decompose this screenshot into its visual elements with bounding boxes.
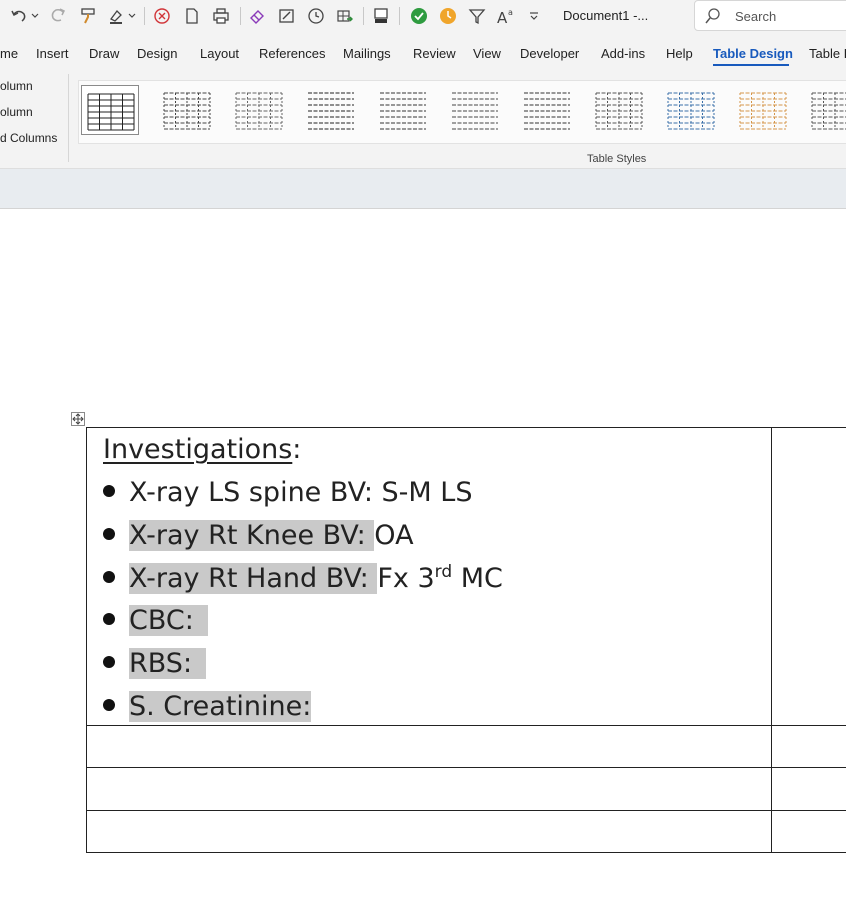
- table-style-thumbnail[interactable]: [590, 85, 648, 135]
- option-banded-columns[interactable]: d Columns: [0, 131, 57, 145]
- heading-colon: :: [292, 434, 302, 465]
- table-style-thumbnail[interactable]: [446, 85, 504, 135]
- tab-view[interactable]: View: [473, 46, 501, 61]
- table-style-thumbnail[interactable]: [158, 85, 216, 135]
- table-border-left: [86, 427, 87, 853]
- table-move-handle[interactable]: [71, 412, 85, 426]
- list-item[interactable]: CBC:: [103, 602, 208, 640]
- table-styles-label: Table Styles: [587, 153, 647, 165]
- tab-draw[interactable]: Draw: [89, 46, 119, 61]
- bullet-icon: [103, 570, 115, 583]
- table-style-thumbnail[interactable]: [734, 85, 792, 135]
- tab-review[interactable]: Review: [413, 46, 456, 61]
- quick-access-toolbar: Aa Document1 -... Search: [0, 0, 846, 32]
- item-label: X-ray Rt Knee BV:: [129, 520, 375, 551]
- table-style-thumbnail[interactable]: [302, 85, 360, 135]
- item-label: S. Creatinine:: [129, 691, 312, 722]
- highlight-dropdown-icon[interactable]: [127, 6, 137, 26]
- active-tab-indicator: [713, 64, 789, 66]
- tab-mailings[interactable]: Mailings: [343, 46, 391, 61]
- item-superscript: rd: [434, 562, 453, 582]
- list-item[interactable]: S. Creatinine:: [103, 688, 312, 726]
- search-placeholder: Search: [735, 9, 777, 24]
- tab-add-ins[interactable]: Add-ins: [601, 46, 645, 61]
- item-label: CBC:: [129, 605, 208, 636]
- tab-table-design[interactable]: Table Design: [713, 46, 793, 61]
- ribbon-tabs: me Insert Draw Design Layout References …: [0, 32, 846, 72]
- clock-icon[interactable]: [305, 6, 327, 26]
- item-label: X-ray LS spine BV:: [129, 477, 382, 508]
- table-style-thumbnail[interactable]: [806, 85, 846, 135]
- highlight-icon[interactable]: [105, 6, 127, 26]
- tab-table-layout[interactable]: Table L: [809, 46, 846, 61]
- format-painter-icon[interactable]: [77, 6, 99, 26]
- new-document-icon[interactable]: [181, 6, 203, 26]
- table-border-top: [86, 427, 846, 428]
- eraser-icon[interactable]: [246, 6, 268, 26]
- ribbon-body: olumn olumn d Columns Table Styles: [0, 72, 846, 169]
- ribbon-separator: [68, 74, 69, 162]
- list-item[interactable]: X-ray LS spine BV: S-M LS: [103, 474, 472, 512]
- accept-icon[interactable]: [408, 6, 430, 26]
- cancel-icon[interactable]: [151, 6, 173, 26]
- table-style-thumbnail[interactable]: [81, 85, 139, 135]
- edit-form-icon[interactable]: [276, 6, 298, 26]
- undo-icon[interactable]: [8, 6, 30, 26]
- table-style-thumbnail[interactable]: [518, 85, 576, 135]
- tab-layout[interactable]: Layout: [200, 46, 239, 61]
- filter-icon[interactable]: [466, 6, 488, 26]
- svg-text:A: A: [497, 9, 508, 25]
- bullet-icon: [103, 527, 115, 540]
- search-box[interactable]: Search: [694, 0, 846, 31]
- customize-icon[interactable]: [526, 6, 542, 26]
- redo-icon[interactable]: [47, 6, 69, 26]
- table-style-thumbnail[interactable]: [662, 85, 720, 135]
- tab-insert[interactable]: Insert: [36, 46, 69, 61]
- fill-color-icon[interactable]: [370, 6, 392, 26]
- tab-references[interactable]: References: [259, 46, 325, 61]
- table-style-thumbnail[interactable]: [230, 85, 288, 135]
- list-item[interactable]: RBS:: [103, 645, 207, 683]
- timer-icon[interactable]: [437, 6, 459, 26]
- ruler-area: [0, 169, 846, 209]
- font-size-icon[interactable]: Aa: [495, 6, 517, 26]
- option-last-column[interactable]: olumn: [0, 105, 33, 119]
- bullet-icon: [103, 698, 115, 711]
- bullet-icon: [103, 655, 115, 668]
- table-row-border: [86, 767, 846, 768]
- document-title: Document1 -...: [563, 8, 649, 23]
- table-column-border: [771, 427, 772, 853]
- item-value: Fx 3: [377, 563, 435, 594]
- table-style-thumbnail[interactable]: [374, 85, 432, 135]
- tab-design[interactable]: Design: [137, 46, 177, 61]
- tab-help[interactable]: Help: [666, 46, 693, 61]
- list-item[interactable]: X-ray Rt Knee BV: OA: [103, 517, 414, 555]
- option-first-column[interactable]: olumn: [0, 79, 33, 93]
- svg-text:a: a: [508, 8, 513, 17]
- item-label: X-ray Rt Hand BV:: [129, 563, 378, 594]
- bullet-icon: [103, 484, 115, 497]
- bullet-icon: [103, 612, 115, 625]
- tab-developer[interactable]: Developer: [520, 46, 579, 61]
- item-value: OA: [374, 520, 414, 551]
- list-item[interactable]: X-ray Rt Hand BV: Fx 3rd MC: [103, 560, 503, 598]
- item-value: S-M LS: [381, 477, 473, 508]
- item-tail: MC: [452, 563, 503, 594]
- undo-dropdown-icon[interactable]: [30, 6, 40, 26]
- print-icon[interactable]: [210, 6, 232, 26]
- item-label: RBS:: [129, 648, 207, 679]
- table-row-border: [86, 810, 846, 811]
- search-icon: [705, 8, 721, 29]
- tab-home[interactable]: me: [0, 46, 18, 61]
- table-border-bottom: [86, 852, 846, 853]
- investigations-heading[interactable]: Investigations:: [103, 432, 301, 468]
- table-export-icon[interactable]: [334, 6, 356, 26]
- heading-text: Investigations: [103, 434, 293, 465]
